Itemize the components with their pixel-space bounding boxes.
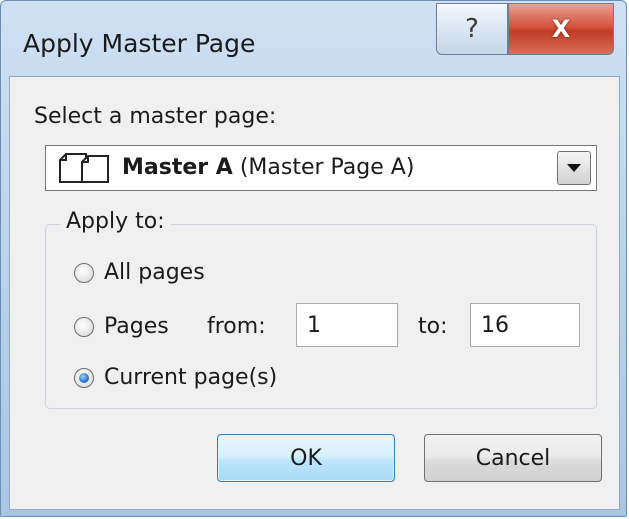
radio-selected-dot <box>79 372 89 383</box>
master-pages-icon <box>58 152 112 188</box>
radio-pages-label: Pages <box>104 314 169 339</box>
dialog-title: Apply Master Page <box>23 29 256 58</box>
master-page-value: Master A (Master Page A) <box>122 155 414 180</box>
radio-button[interactable] <box>74 262 94 283</box>
master-page-name: Master A <box>122 155 233 180</box>
radio-pages[interactable]: Pages <box>74 314 169 339</box>
close-icon: X <box>551 15 571 43</box>
help-icon: ? <box>465 14 479 44</box>
ok-button[interactable]: OK <box>217 434 395 482</box>
master-page-dropdown[interactable]: Master A (Master Page A) <box>45 145 597 191</box>
close-button[interactable]: X <box>508 3 614 55</box>
to-label: to: <box>418 314 448 339</box>
master-page-description: (Master Page A) <box>239 155 415 180</box>
cancel-button[interactable]: Cancel <box>424 434 602 482</box>
radio-all-pages[interactable]: All pages <box>74 260 205 285</box>
chevron-down-icon <box>567 164 581 172</box>
help-button[interactable]: ? <box>436 3 508 55</box>
radio-current-pages[interactable]: Current page(s) <box>74 365 277 390</box>
radio-button[interactable] <box>74 316 94 337</box>
from-label: from: <box>207 314 266 339</box>
select-master-label: Select a master page: <box>34 104 277 129</box>
dropdown-arrow-button[interactable] <box>557 151 591 185</box>
radio-all-pages-label: All pages <box>104 260 205 285</box>
from-page-input[interactable]: 1 <box>296 303 398 347</box>
radio-current-pages-label: Current page(s) <box>104 365 278 390</box>
to-page-input[interactable]: 16 <box>470 303 580 347</box>
apply-to-legend: Apply to: <box>60 209 171 234</box>
radio-button-selected[interactable] <box>74 367 94 388</box>
